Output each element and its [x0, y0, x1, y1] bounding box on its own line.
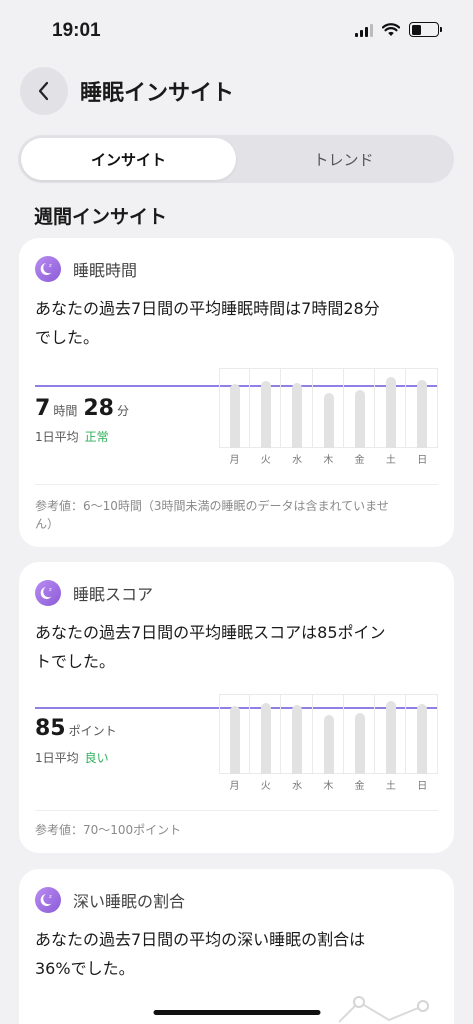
weekday-label: 月 [229, 455, 240, 466]
deep-sleep-card[interactable]: z 深い睡眠の割合 あなたの過去7日間の平均の深い睡眠の割合は 36%でした。 [19, 869, 454, 1024]
tab-trend[interactable]: トレンド [236, 138, 451, 180]
weekday-label: 火 [260, 781, 271, 792]
average-label: 1日平均 [35, 751, 79, 765]
weekday-label: 火 [260, 455, 271, 466]
weekday-label: 水 [292, 781, 303, 792]
chart-point [417, 1000, 429, 1012]
chart-bar [323, 715, 334, 774]
sleep-moon-icon: z [35, 580, 61, 606]
card-header: z 睡眠スコア [35, 580, 153, 606]
back-button[interactable] [20, 67, 68, 115]
chart-bar [229, 384, 240, 448]
cellular-signal-icon [355, 23, 373, 37]
reference-line: 参考値：70〜100ポイント [35, 823, 182, 837]
chart-bar [323, 393, 334, 448]
weekday-label: 金 [354, 455, 365, 466]
reference-text: 参考値：6〜10時間（3時間未満の睡眠のデータは含まれていませ ん） [35, 497, 438, 533]
weekday-label: 土 [385, 455, 396, 466]
sleep-moon-icon: z [35, 256, 61, 282]
score-value: 85 [35, 716, 66, 741]
minutes-unit: 分 [116, 404, 129, 418]
weekly-bar-chart: 月火水木金土日 [219, 694, 438, 792]
weekday-label: 日 [417, 455, 428, 466]
reference-line: 参考値：6〜10時間（3時間未満の睡眠のデータは含まれていませ [35, 499, 389, 513]
average-value: 7 時間 28 分 [35, 396, 135, 421]
nav-bar: 睡眠インサイト [20, 66, 453, 116]
weekday-label: 月 [229, 781, 240, 792]
chart-bar [229, 706, 240, 774]
sleep-score-card[interactable]: z 睡眠スコア あなたの過去7日間の平均睡眠スコアは85ポイン トでした。 85… [19, 562, 454, 853]
card-header: z 深い睡眠の割合 [35, 887, 185, 913]
reference-line: ん） [35, 517, 60, 531]
chart-bar [354, 713, 365, 774]
chart-bar [417, 704, 428, 774]
description-line: あなたの過去7日間の平均の深い睡眠の割合は [35, 930, 366, 949]
description-line: でした。 [35, 328, 100, 347]
sleep-duration-card[interactable]: z 睡眠時間 あなたの過去7日間の平均睡眠時間は7時間28分 でした。 7 時間 2… [19, 238, 454, 547]
divider [35, 484, 438, 485]
reference-text: 参考値：70〜100ポイント [35, 821, 438, 839]
wifi-icon [382, 22, 400, 36]
weekday-label: 土 [385, 781, 396, 792]
tab-insight[interactable]: インサイト [21, 138, 236, 180]
segmented-control: インサイト トレンド [18, 135, 454, 183]
chart-bar [417, 380, 428, 448]
page-title: 睡眠インサイト [80, 81, 235, 106]
chevron-left-icon [38, 81, 49, 101]
weekly-bar-chart: 月火水木金土日 [219, 368, 438, 466]
card-description: あなたの過去7日間の平均の深い睡眠の割合は 36%でした。 [35, 925, 438, 983]
divider [35, 810, 438, 811]
svg-text:z: z [49, 587, 52, 593]
status-bar: 19:01 [0, 0, 473, 54]
average-caption: 1日平均 正常 [35, 428, 109, 445]
weekday-label: 金 [354, 781, 365, 792]
card-description: あなたの過去7日間の平均睡眠スコアは85ポイン トでした。 [35, 618, 438, 676]
chart-point [353, 996, 365, 1008]
status-badge: 良い [84, 751, 109, 765]
description-line: 36%でした。 [35, 959, 135, 978]
chart-bar [354, 390, 365, 448]
description-line: トでした。 [35, 652, 116, 671]
chart-bar [386, 377, 397, 448]
minutes-value: 28 [83, 396, 114, 421]
weekday-label: 木 [323, 455, 334, 466]
card-title: 睡眠スコア [73, 585, 154, 604]
card-title: 深い睡眠の割合 [73, 892, 186, 911]
svg-text:z: z [49, 894, 52, 900]
status-badge: 正常 [84, 430, 109, 444]
battery-icon [409, 22, 442, 37]
average-label: 1日平均 [35, 430, 79, 444]
chart-bar [292, 705, 303, 774]
card-description: あなたの過去7日間の平均睡眠時間は7時間28分 でした。 [35, 294, 438, 352]
average-value: 85 ポイント [35, 716, 123, 741]
hours-value: 7 [35, 396, 51, 421]
weekday-label: 水 [292, 455, 303, 466]
sleep-moon-icon: z [35, 887, 61, 913]
status-icons [355, 22, 442, 37]
chart-bar [260, 703, 271, 774]
chart-bar [386, 701, 397, 774]
card-title: 睡眠時間 [73, 261, 138, 280]
chart-bar [260, 381, 271, 448]
section-title: 週間インサイト [34, 206, 168, 228]
hours-unit: 時間 [53, 404, 78, 418]
weekday-label: 日 [417, 781, 428, 792]
home-indicator [153, 1010, 320, 1015]
weekday-label: 木 [323, 781, 334, 792]
average-caption: 1日平均 良い [35, 749, 109, 766]
status-time: 19:01 [52, 20, 101, 41]
score-unit: ポイント [68, 724, 117, 738]
description-line: あなたの過去7日間の平均睡眠スコアは85ポイン [35, 623, 386, 642]
card-header: z 睡眠時間 [35, 256, 137, 282]
description-line: あなたの過去7日間の平均睡眠時間は7時間28分 [35, 299, 380, 318]
svg-text:z: z [49, 263, 52, 269]
chart-bar [292, 383, 303, 448]
trend-line-chart [339, 996, 429, 1023]
